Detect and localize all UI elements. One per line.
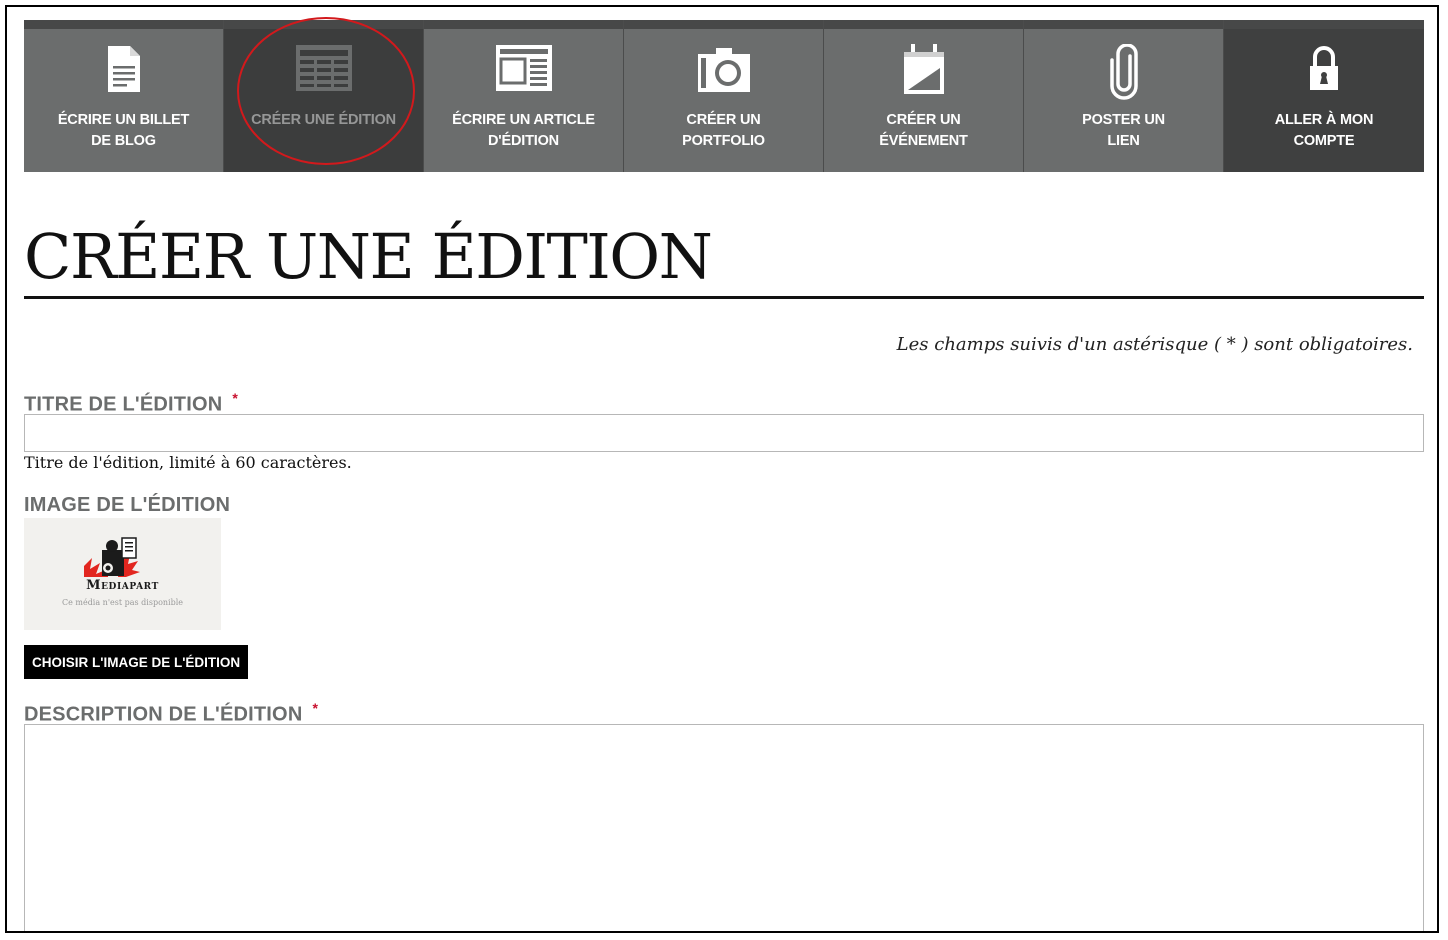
document-icon	[94, 44, 154, 98]
camera-icon	[694, 44, 754, 98]
media-unavailable-text: Ce média n'est pas disponible	[61, 598, 184, 607]
nav-item-post-link[interactable]: POSTER UN LIEN	[1024, 20, 1224, 172]
edition-description-textarea[interactable]	[24, 724, 1424, 931]
nav-item-create-portfolio[interactable]: CRÉER UN PORTFOLIO	[624, 20, 824, 172]
article-icon	[494, 44, 554, 98]
edition-image-preview: Mediapart Ce média n'est pas disponible	[24, 518, 221, 630]
mediapart-logo-text: Mediapart	[86, 578, 159, 593]
nav-item-create-event[interactable]: CRÉER UN ÉVÉNEMENT	[824, 20, 1024, 172]
creation-toolbar: ÉCRIRE UN BILLET DE BLOG CRÉER UNE ÉDITI…	[24, 20, 1424, 172]
edition-title-input[interactable]	[24, 414, 1424, 452]
nav-item-label: CRÉER UN PORTFOLIO	[682, 112, 765, 149]
nav-item-create-edition[interactable]: CRÉER UNE ÉDITION	[224, 20, 424, 172]
choose-image-button[interactable]: CHOISIR L'IMAGE DE L'ÉDITION	[24, 645, 249, 679]
required-asterisk: *	[312, 700, 319, 716]
title-help-text: Titre de l'édition, limité à 60 caractèr…	[24, 453, 352, 472]
nav-item-label: ÉCRIRE UN ARTICLE D'ÉDITION	[452, 112, 595, 149]
title-field-label: TITRE DE L'ÉDITION *	[24, 390, 238, 417]
page-title: CRÉER UNE ÉDITION	[24, 220, 713, 293]
nav-item-label: ÉCRIRE UN BILLET DE BLOG	[57, 112, 190, 149]
title-divider	[24, 296, 1424, 299]
required-fields-note: Les champs suivis d'un astérisque ( * ) …	[896, 334, 1413, 355]
page-frame: ÉCRIRE UN BILLET DE BLOG CRÉER UNE ÉDITI…	[5, 5, 1439, 933]
paperclip-icon	[1094, 44, 1154, 100]
newspaper-icon	[294, 44, 354, 98]
nav-item-label: POSTER UN LIEN	[1082, 112, 1165, 149]
nav-item-label: ALLER À MON COMPTE	[1274, 112, 1374, 149]
calendar-icon	[894, 44, 954, 98]
nav-item-my-account[interactable]: ALLER À MON COMPTE	[1224, 20, 1424, 172]
image-field-label: IMAGE DE L'ÉDITION	[24, 494, 231, 516]
description-field-label: DESCRIPTION DE L'ÉDITION *	[24, 700, 318, 727]
required-asterisk: *	[232, 390, 239, 406]
title-field-label-text: TITRE DE L'ÉDITION	[24, 393, 223, 416]
description-field-label-text: DESCRIPTION DE L'ÉDITION	[24, 703, 303, 726]
lock-icon	[1294, 44, 1354, 98]
nav-item-label: CRÉER UN ÉVÉNEMENT	[879, 112, 968, 149]
nav-item-write-edition-article[interactable]: ÉCRIRE UN ARTICLE D'ÉDITION	[424, 20, 624, 172]
nav-item-write-blog-post[interactable]: ÉCRIRE UN BILLET DE BLOG	[24, 20, 224, 172]
mediapart-logo-icon	[84, 537, 140, 577]
nav-item-label: CRÉER UNE ÉDITION	[251, 112, 396, 128]
